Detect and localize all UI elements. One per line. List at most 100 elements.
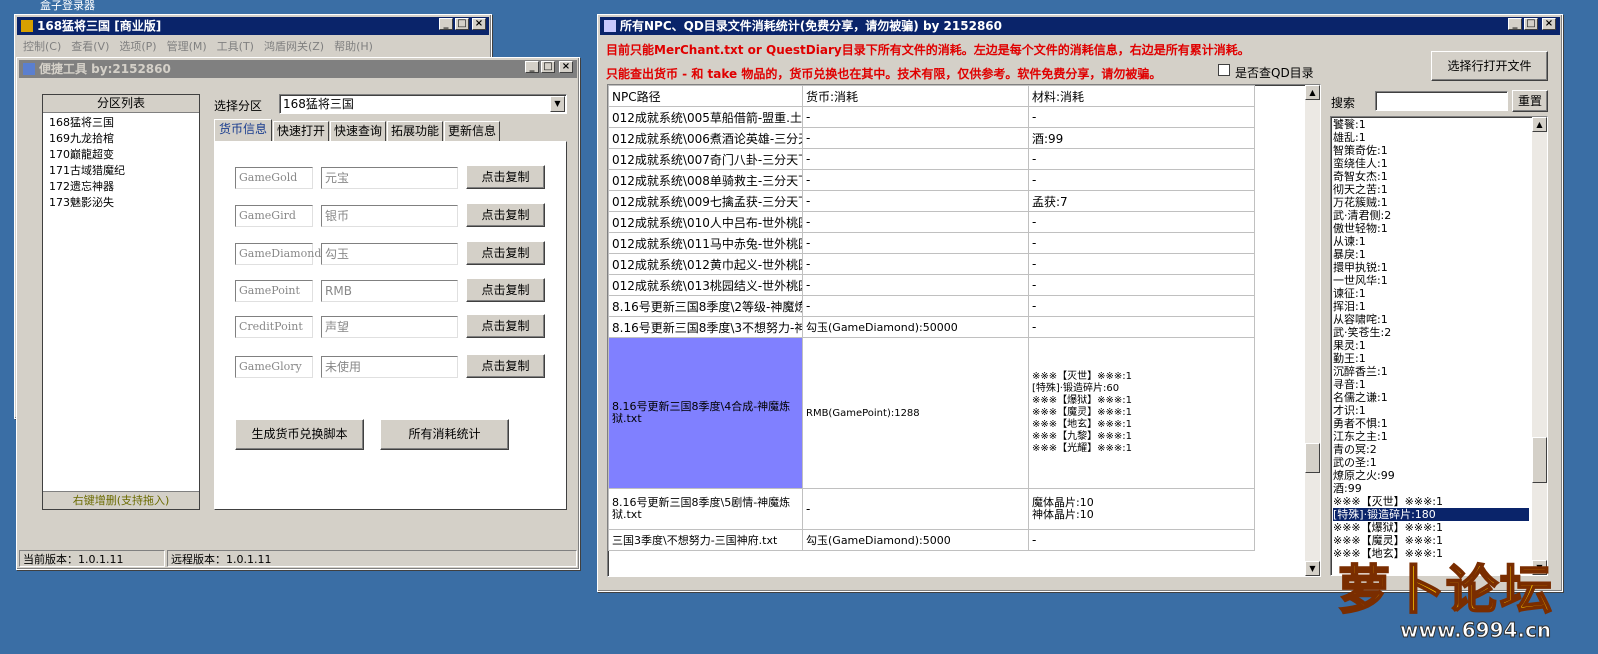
currency-name-field[interactable]: 银币 <box>321 205 458 227</box>
reset-button[interactable]: 重置 <box>1512 90 1548 112</box>
table-cell-currency[interactable]: - <box>802 106 1029 128</box>
copy-button[interactable]: 点击复制 <box>466 354 545 378</box>
list-item[interactable]: 沉醉香兰:1 <box>1333 365 1529 378</box>
table-cell-material[interactable]: - <box>1028 253 1255 275</box>
copy-button[interactable]: 点击复制 <box>466 314 545 338</box>
list-item[interactable]: 燎原之火:99 <box>1333 469 1529 482</box>
maximize-icon[interactable]: □ <box>1524 18 1538 30</box>
table-cell-currency[interactable]: RMB(GamePoint):1288 <box>802 337 1029 489</box>
minimize-icon[interactable]: _ <box>525 61 539 73</box>
currency-code-field[interactable]: GameGold <box>235 167 313 189</box>
list-item[interactable]: 才识:1 <box>1333 404 1529 417</box>
list-item[interactable]: 奇智女杰:1 <box>1333 170 1529 183</box>
currency-code-field[interactable]: GameDiamond <box>235 243 321 265</box>
table-cell-path[interactable]: 012成就系统\012黄巾起义-世外桃园 <box>608 253 803 275</box>
copy-button[interactable]: 点击复制 <box>466 278 545 302</box>
copy-button[interactable]: 点击复制 <box>466 203 545 227</box>
open-selected-file-button[interactable]: 选择行打开文件 <box>1431 51 1548 81</box>
list-item[interactable]: 武の圣:1 <box>1333 456 1529 469</box>
maximize-icon[interactable]: □ <box>455 18 469 30</box>
minimize-icon[interactable]: _ <box>439 18 453 30</box>
column-header-material[interactable]: 材料:消耗 <box>1028 85 1255 107</box>
currency-name-field[interactable]: RMB <box>321 280 458 302</box>
list-item[interactable]: 蛮绕佳人:1 <box>1333 157 1529 170</box>
table-cell-path[interactable]: 012成就系统\011马中赤兔-世外桃园 <box>608 232 803 254</box>
table-cell-material[interactable]: - <box>1028 529 1255 551</box>
list-item[interactable]: 暴戾:1 <box>1333 248 1529 261</box>
list-item[interactable]: 挥泪:1 <box>1333 300 1529 313</box>
list-item[interactable]: 酒:99 <box>1333 482 1529 495</box>
currency-code-field[interactable]: GamePoint <box>235 280 313 302</box>
scrollbar-thumb[interactable] <box>1532 437 1547 483</box>
totals-scrollbar[interactable] <box>1532 117 1547 575</box>
generate-script-button[interactable]: 生成货币兑换脚本 <box>235 419 364 450</box>
menu-view[interactable]: 查看(V) <box>71 38 109 54</box>
list-item[interactable]: 武·清君侧:2 <box>1333 209 1529 222</box>
table-cell-path[interactable]: 012成就系统\013桃园结义-世外桃园 <box>608 274 803 296</box>
table-cell-currency[interactable]: - <box>802 190 1029 212</box>
list-item[interactable]: 青の冥:2 <box>1333 443 1529 456</box>
tab-update-info[interactable]: 更新信息 <box>444 121 500 141</box>
table-cell-currency[interactable]: - <box>802 169 1029 191</box>
search-input[interactable] <box>1375 91 1508 111</box>
currency-name-field[interactable]: 勾玉 <box>321 243 458 265</box>
list-item[interactable]: 勇者不惧:1 <box>1333 417 1529 430</box>
list-item[interactable]: 饕餮:1 <box>1333 118 1529 131</box>
list-item[interactable]: 武·笑苍生:2 <box>1333 326 1529 339</box>
table-cell-material[interactable]: - <box>1028 232 1255 254</box>
currency-name-field[interactable]: 声望 <box>321 316 458 338</box>
list-item[interactable]: 170巅龍超变 <box>49 147 199 163</box>
table-cell-path[interactable]: 012成就系统\006煮酒论英雄-三分天 <box>608 127 803 149</box>
desktop-icon-label[interactable]: 盒子登录器 <box>40 0 95 13</box>
scroll-down-icon[interactable]: ▼ <box>1305 561 1320 576</box>
table-cell-path[interactable]: 012成就系统\007奇门八卦-三分天下 <box>608 148 803 170</box>
table-cell-material[interactable]: 孟获:7 <box>1028 190 1255 212</box>
table-cell-currency[interactable]: - <box>802 274 1029 296</box>
menu-control[interactable]: 控制(C) <box>23 38 61 54</box>
currency-name-field[interactable]: 未使用 <box>321 356 458 378</box>
list-item[interactable]: 江东之主:1 <box>1333 430 1529 443</box>
list-item[interactable]: 168猛将三国 <box>49 115 199 131</box>
chevron-down-icon[interactable]: ▼ <box>550 96 565 112</box>
tab-currency-info[interactable]: 货币信息 <box>214 119 272 142</box>
table-cell-material[interactable]: - <box>1028 274 1255 296</box>
qd-checkbox[interactable] <box>1218 64 1230 76</box>
list-item[interactable]: 171古域猎魔纪 <box>49 163 199 179</box>
menu-manage[interactable]: 管理(M) <box>167 38 207 54</box>
table-cell-currency[interactable]: - <box>802 148 1029 170</box>
stats-titlebar[interactable]: 所有NPC、QD目录文件消耗统计(免费分享，请勿被骗) by 2152860 <box>600 17 1560 35</box>
list-item[interactable]: 果灵:1 <box>1333 339 1529 352</box>
close-icon[interactable]: × <box>1542 18 1556 30</box>
list-item[interactable]: ※※※【灭世】※※※:1 <box>1333 495 1529 508</box>
currency-code-field[interactable]: GameGird <box>235 205 313 227</box>
table-cell-material[interactable]: - <box>1028 106 1255 128</box>
tab-quick-query[interactable]: 快速查询 <box>330 121 386 141</box>
table-cell-material[interactable]: - <box>1028 295 1255 317</box>
list-item[interactable]: ※※※【爆狱】※※※:1 <box>1333 521 1529 534</box>
list-item[interactable]: 从谏:1 <box>1333 235 1529 248</box>
list-item[interactable]: 一世风华:1 <box>1333 274 1529 287</box>
maximize-icon[interactable]: □ <box>541 61 555 73</box>
list-item[interactable]: 傲世轻物:1 <box>1333 222 1529 235</box>
tab-quick-open[interactable]: 快速打开 <box>273 121 329 141</box>
currency-code-field[interactable]: GameGlory <box>235 356 313 378</box>
list-item[interactable]: 从容啸咤:1 <box>1333 313 1529 326</box>
list-item[interactable]: 擐甲执锐:1 <box>1333 261 1529 274</box>
list-item[interactable]: 谏征:1 <box>1333 287 1529 300</box>
list-item[interactable]: 寻音:1 <box>1333 378 1529 391</box>
menu-help[interactable]: 帮助(H) <box>334 38 373 54</box>
table-cell-path[interactable]: 三国3季度\不想努力-三国神府.txt <box>608 529 803 551</box>
table-cell-material[interactable]: ※※※【灭世】※※※:1 [特殊]·锻造碎片:60 ※※※【爆狱】※※※:1 ※… <box>1028 337 1255 489</box>
copy-button[interactable]: 点击复制 <box>466 165 545 189</box>
tab-extensions[interactable]: 拓展功能 <box>387 121 443 141</box>
list-item[interactable]: 万花簇贼:1 <box>1333 196 1529 209</box>
list-item[interactable]: 勤王:1 <box>1333 352 1529 365</box>
table-cell-path[interactable]: 012成就系统\009七擒孟获-三分天下 <box>608 190 803 212</box>
list-item[interactable]: 名儒之谦:1 <box>1333 391 1529 404</box>
table-cell-currency[interactable]: 勾玉(GameDiamond):5000 <box>802 529 1029 551</box>
table-cell-material[interactable]: - <box>1028 148 1255 170</box>
list-item[interactable]: 173魅影泌失 <box>49 195 199 211</box>
scroll-up-icon[interactable]: ▲ <box>1532 117 1547 132</box>
table-cell-currency[interactable]: - <box>802 211 1029 233</box>
minimize-icon[interactable]: _ <box>1508 18 1522 30</box>
